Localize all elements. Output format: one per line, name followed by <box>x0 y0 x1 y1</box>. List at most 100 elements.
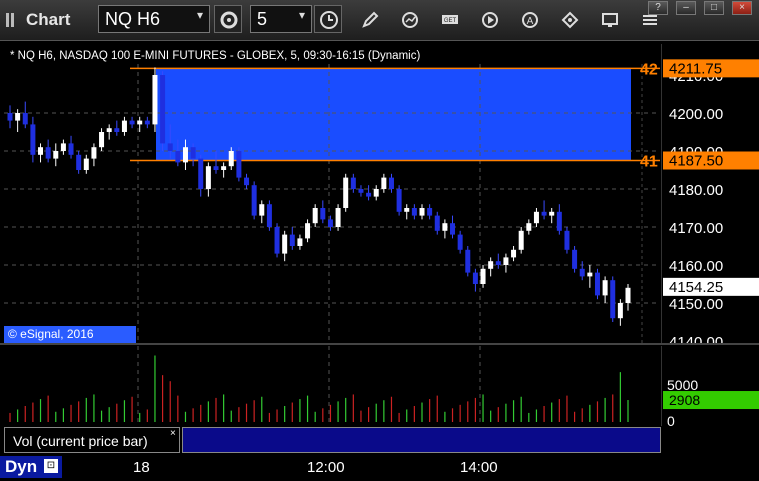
candle-body <box>373 189 379 197</box>
level-tag: 41 <box>640 154 658 171</box>
candle-body <box>503 257 509 265</box>
candle-body <box>480 268 486 284</box>
candle-body <box>335 208 341 227</box>
candle-body <box>366 192 372 197</box>
time-button[interactable] <box>314 5 342 33</box>
candle-body <box>472 272 478 284</box>
candle-body <box>236 151 242 178</box>
candle-body <box>274 227 280 254</box>
candle-body <box>610 280 616 319</box>
price-axis[interactable]: 4210.004200.004190.004180.004170.004160.… <box>661 44 759 344</box>
chevron-down-icon[interactable]: ▾ <box>197 8 203 22</box>
candle-body <box>411 208 417 216</box>
candle-body <box>198 158 204 189</box>
candle-body <box>381 177 387 189</box>
interval-combo[interactable]: 5 ▾ <box>250 5 312 33</box>
price-tick-label: 4180.00 <box>669 182 723 199</box>
candle-body <box>91 147 97 159</box>
candle-body <box>488 261 494 269</box>
price-tick-label: 4200.00 <box>669 106 723 123</box>
chart-header: * NQ H6, NASDAQ 100 E-MINI FUTURES - GLO… <box>10 50 421 62</box>
price-marker-value: 4154.25 <box>669 279 723 296</box>
candle-body <box>350 177 356 189</box>
candle-body <box>594 272 600 296</box>
tag-icon[interactable] <box>560 10 580 30</box>
candle-body <box>137 120 143 125</box>
time-label: 14:00 <box>460 459 498 476</box>
candle-body <box>15 113 21 121</box>
copyright-label: © eSignal, 2016 <box>4 326 136 343</box>
minimize-button[interactable]: – <box>676 1 696 15</box>
breakout-zone <box>156 68 631 161</box>
candle-body <box>266 204 272 227</box>
symbol-combo[interactable]: NQ H6 ▾ <box>98 5 210 33</box>
candle-body <box>511 249 517 258</box>
candle-body <box>114 128 120 132</box>
volume-chart[interactable] <box>4 346 660 426</box>
candle-body <box>518 230 524 250</box>
candle-body <box>45 147 51 159</box>
svg-text:GET: GET <box>444 18 457 24</box>
candle-body <box>76 154 82 170</box>
candle-body <box>526 223 532 231</box>
candle-body <box>320 208 326 220</box>
candle-body <box>22 113 28 125</box>
volume-tick-label: 5000 <box>667 377 698 393</box>
candle-body <box>388 177 394 189</box>
volume-marker-value: 2908 <box>669 392 700 408</box>
candle-body <box>167 143 173 151</box>
candle-body <box>251 185 257 216</box>
candle-body <box>343 177 349 208</box>
play-icon[interactable] <box>480 10 500 30</box>
candle-body <box>396 189 402 212</box>
pane-divider[interactable] <box>0 343 759 345</box>
candle-body <box>175 151 181 163</box>
candle-body <box>419 208 425 216</box>
alert-icon[interactable]: A <box>520 10 540 30</box>
candle-body <box>625 287 631 303</box>
lock-icon[interactable]: ⊡ <box>44 459 58 473</box>
candle-body <box>60 143 66 151</box>
candle-body <box>38 147 44 155</box>
candle-body <box>160 75 166 144</box>
candle-body <box>564 230 570 250</box>
candle-body <box>289 234 295 246</box>
candle-body <box>427 208 433 216</box>
price-chart[interactable]: 42 41 <box>4 44 660 344</box>
close-icon[interactable]: × <box>170 428 176 439</box>
price-marker-value: 4187.50 <box>669 153 723 170</box>
candle-body <box>587 272 593 277</box>
pencil-icon[interactable] <box>360 10 380 30</box>
candle-body <box>144 120 150 125</box>
candle-body <box>244 177 250 186</box>
price-tick-label: 4160.00 <box>669 258 723 275</box>
candle-body <box>579 268 585 277</box>
close-button[interactable]: × <box>732 1 752 15</box>
candle-body <box>617 303 623 319</box>
candle-body <box>68 143 74 155</box>
price-marker-value: 4211.75 <box>669 60 722 77</box>
get-icon[interactable]: GET <box>440 10 460 30</box>
settings-button[interactable] <box>214 5 242 33</box>
candle-body <box>533 211 539 224</box>
symbol-value: NQ H6 <box>105 9 161 29</box>
candle-body <box>228 151 234 167</box>
help-button[interactable]: ? <box>648 1 668 15</box>
candle-body <box>297 238 303 246</box>
chevron-down-icon[interactable]: ▾ <box>299 8 305 22</box>
clock-icon <box>320 11 338 29</box>
monitor-icon[interactable] <box>600 10 620 30</box>
price-tick-label: 4170.00 <box>669 220 723 237</box>
candle-body <box>556 211 562 231</box>
candle-body <box>572 249 578 269</box>
candle-body <box>83 158 89 170</box>
candle-body <box>312 208 318 224</box>
candle-body <box>152 75 158 125</box>
maximize-button[interactable]: □ <box>704 1 724 15</box>
candle-body <box>404 208 410 212</box>
interval-value: 5 <box>257 9 268 29</box>
refresh-icon[interactable] <box>400 10 420 30</box>
candle-body <box>358 189 364 193</box>
volume-study-label[interactable]: Vol (current price bar) <box>4 427 180 453</box>
candle-body <box>434 215 440 231</box>
